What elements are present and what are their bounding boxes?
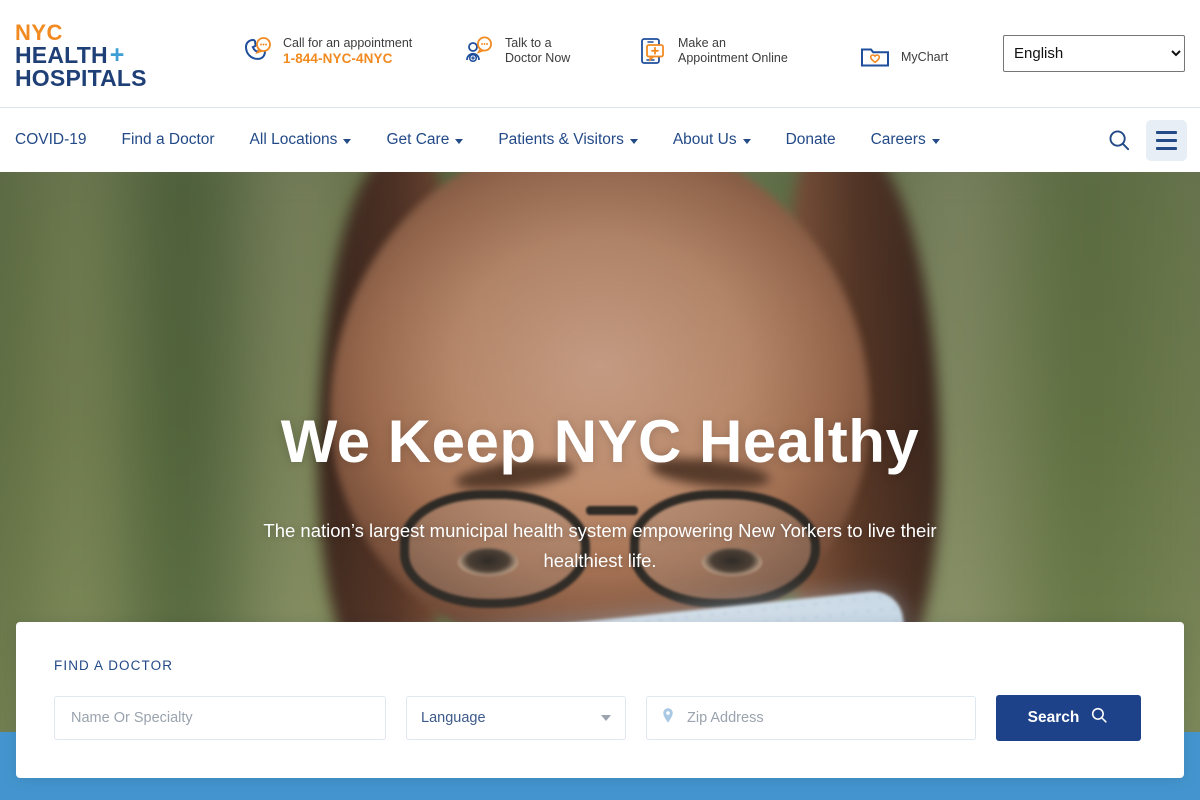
utility-talk-line1: Talk to a — [505, 36, 552, 51]
logo-text-hospitals: HOSPITALS — [15, 65, 147, 91]
zip-address-input[interactable] — [685, 697, 961, 739]
phone-chat-icon — [240, 34, 274, 68]
search-button-label: Search — [1027, 709, 1080, 726]
search-icon — [1090, 706, 1109, 730]
hero-content: We Keep NYC Healthy The nation’s largest… — [0, 367, 1200, 576]
logo-text-nyc: NYC — [15, 20, 63, 45]
utility-call-label: Call for an appointment — [283, 36, 413, 51]
nav-item-about-us[interactable]: About Us — [673, 131, 751, 149]
hamburger-bar — [1156, 130, 1177, 134]
logo-plus-icon: + — [109, 41, 125, 70]
nav-label: About Us — [672, 131, 737, 148]
chevron-down-icon — [601, 715, 611, 721]
chevron-down-icon — [629, 139, 638, 144]
find-a-doctor-card: FIND A DOCTOR Language Search — [16, 622, 1184, 778]
language-filter-label: Language — [421, 710, 486, 726]
utility-item-mychart[interactable]: MyChart — [858, 40, 948, 74]
nav-label: Find a Doctor — [121, 131, 215, 148]
nav-label: COVID-19 — [15, 131, 87, 148]
nav-label: Get Care — [386, 131, 450, 148]
page-root: NYC HEALTH + HOSPITALS Call for an appoi… — [0, 0, 1200, 800]
nav-label: All Locations — [249, 131, 338, 148]
nav-label: Careers — [870, 131, 926, 148]
find-a-doctor-heading: FIND A DOCTOR — [54, 658, 174, 673]
logo-text-health: HEALTH + — [15, 41, 185, 70]
utility-call-text: Call for an appointment 1-844-NYC-4NYC — [283, 36, 412, 66]
map-pin-icon — [661, 707, 675, 730]
utility-talk-line2: Doctor Now — [505, 51, 571, 65]
name-or-specialty-input[interactable] — [69, 697, 371, 739]
language-filter-select[interactable]: Language — [406, 696, 626, 740]
utility-appointment-line2: Appointment Online — [678, 51, 788, 65]
find-a-doctor-form: Language Search — [54, 695, 1146, 741]
nav-item-careers[interactable]: Careers — [871, 131, 940, 149]
folder-heart-icon — [858, 40, 892, 74]
nav-right-actions — [1104, 108, 1187, 172]
language-selector-wrapper: English — [1003, 35, 1185, 72]
utility-call-phone: 1-844-NYC-4NYC — [283, 50, 393, 66]
search-icon[interactable] — [1104, 125, 1134, 155]
utility-mychart-label: MyChart — [901, 49, 949, 64]
utility-talk-text: Talk to a Doctor Now — [505, 36, 570, 66]
hero-title: We Keep NYC Healthy — [280, 408, 920, 476]
utility-item-talk-to-doctor[interactable]: Talk to a Doctor Now — [462, 34, 570, 68]
chevron-down-icon — [931, 139, 940, 144]
utility-item-appointment[interactable]: Make an Appointment Online — [635, 34, 788, 68]
hero-subtitle: The nation’s largest municipal health sy… — [263, 520, 937, 572]
chevron-down-icon — [343, 139, 352, 144]
nav-item-all-locations[interactable]: All Locations — [250, 131, 352, 149]
utility-appointment-text: Make an Appointment Online — [678, 36, 788, 66]
hamburger-menu-icon[interactable] — [1146, 119, 1187, 161]
zip-address-field[interactable] — [646, 696, 976, 740]
nav-item-patients-visitors[interactable]: Patients & Visitors — [498, 131, 638, 149]
nav-item-donate[interactable]: Donate — [786, 131, 836, 149]
nav-label: Patients & Visitors — [498, 131, 624, 148]
site-logo[interactable]: NYC HEALTH + HOSPITALS — [15, 22, 185, 90]
utility-item-call[interactable]: Call for an appointment 1-844-NYC-4NYC — [240, 34, 412, 68]
language-select[interactable]: English — [1003, 35, 1185, 72]
nav-item-get-care[interactable]: Get Care — [386, 131, 464, 149]
nav-item-covid-19[interactable]: COVID-19 — [15, 131, 87, 149]
hamburger-bar — [1156, 138, 1177, 142]
mobile-appointment-icon — [635, 34, 669, 68]
chevron-down-icon — [455, 139, 464, 144]
utility-appointment-line1: Make an — [678, 36, 726, 51]
hamburger-bar — [1156, 146, 1177, 150]
nav-label: Donate — [785, 131, 836, 148]
name-or-specialty-field[interactable] — [54, 696, 386, 740]
logo-health-word: HEALTH — [15, 42, 108, 68]
utility-bar: NYC HEALTH + HOSPITALS Call for an appoi… — [0, 0, 1200, 108]
search-button[interactable]: Search — [996, 695, 1141, 741]
person-chat-icon — [462, 34, 496, 68]
main-navigation: COVID-19 Find a Doctor All Locations Get… — [0, 108, 1200, 172]
nav-item-find-a-doctor[interactable]: Find a Doctor — [122, 131, 215, 149]
chevron-down-icon — [742, 139, 751, 144]
